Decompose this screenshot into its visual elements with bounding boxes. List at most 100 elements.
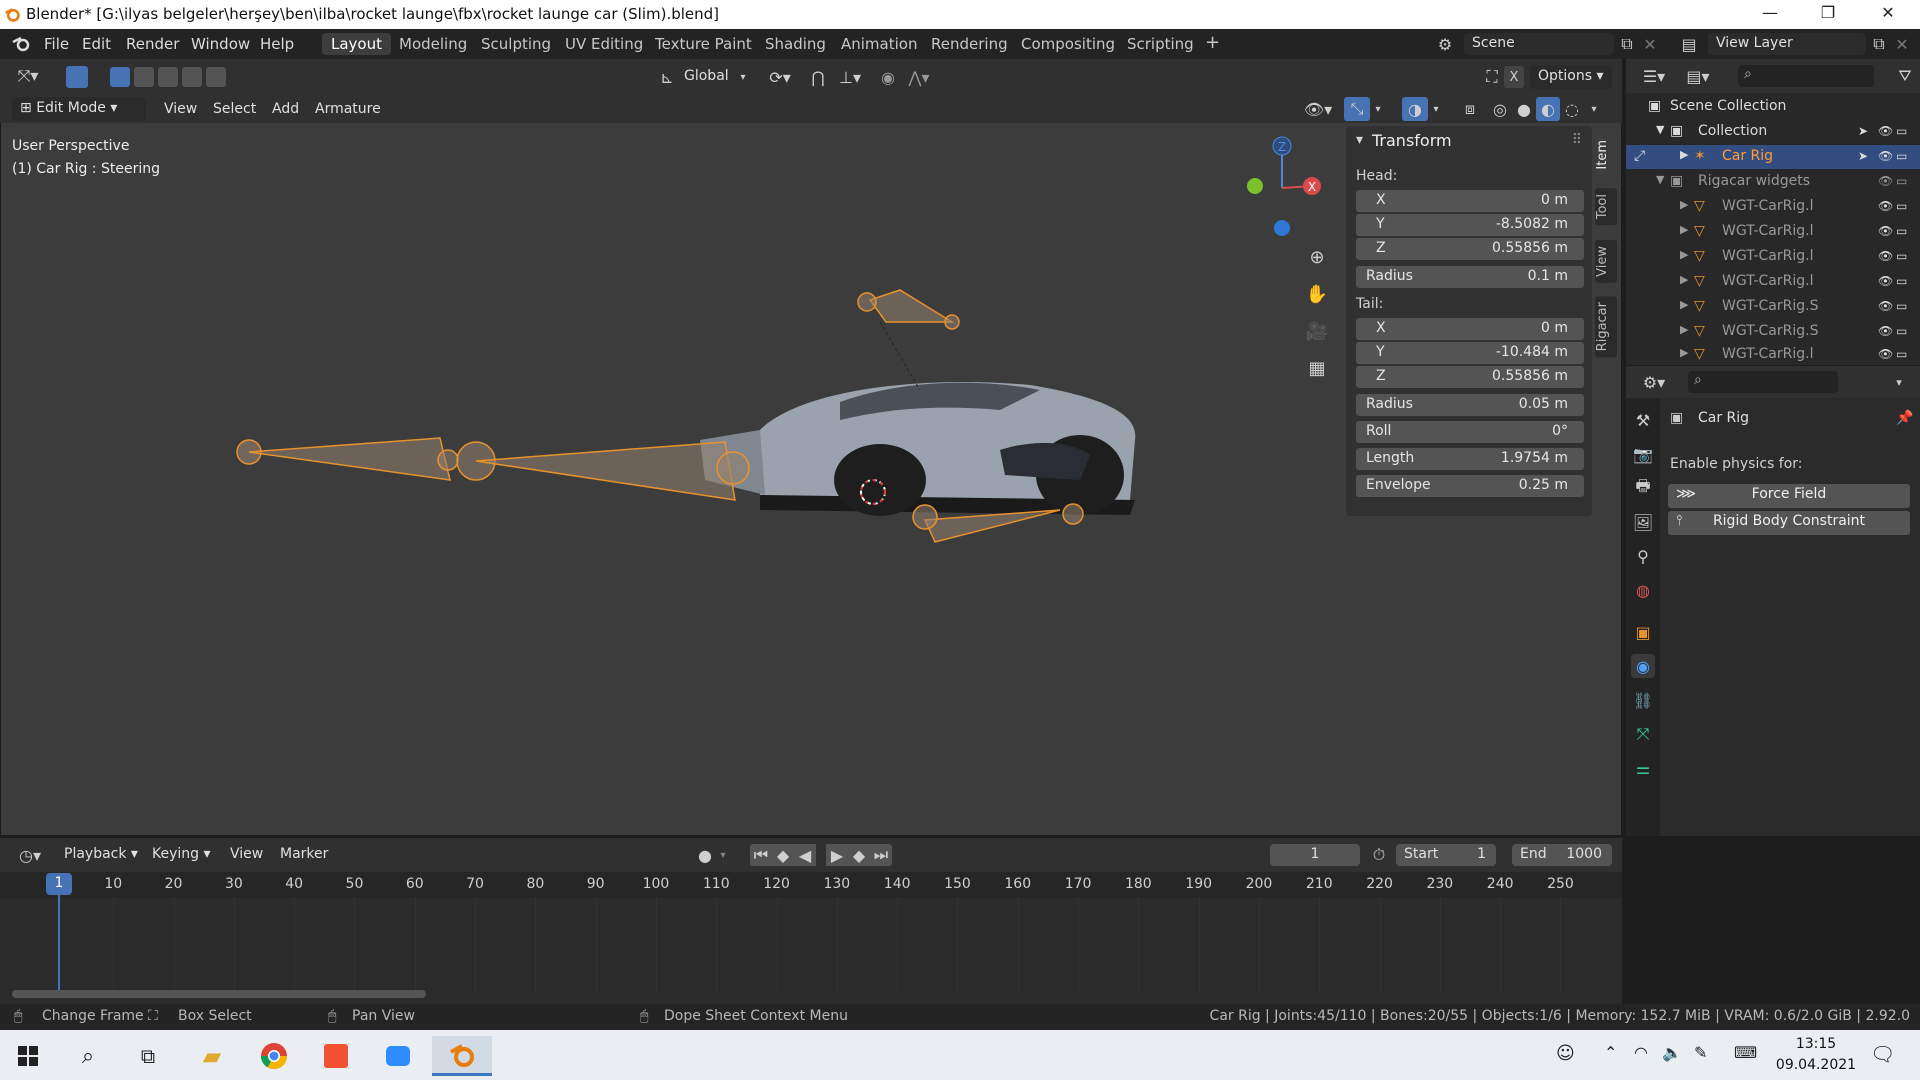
preview-range-icon[interactable]: ⏱ xyxy=(1368,844,1390,866)
visibility-eye-icon[interactable]: 👁 xyxy=(1878,174,1893,188)
select-toggle-icon[interactable]: ➤ xyxy=(1858,149,1872,163)
keying-menu[interactable]: Keying ▾ xyxy=(152,846,211,862)
mirror-x-icon[interactable]: X xyxy=(1504,66,1524,88)
tool-properties-icon[interactable]: ⚒ xyxy=(1631,408,1655,432)
rendered-shading-icon[interactable]: ◌ xyxy=(1560,97,1584,121)
menu-view[interactable]: View xyxy=(164,101,197,117)
menu-window[interactable]: Window xyxy=(191,35,250,53)
chrome-icon[interactable] xyxy=(250,1036,298,1076)
menu-select[interactable]: Select xyxy=(213,101,256,117)
close-button[interactable]: ✕ xyxy=(1868,3,1908,25)
options-dropdown[interactable]: Options ▾ xyxy=(1530,65,1612,89)
pivot-point-icon[interactable]: ⟳▾ xyxy=(760,66,800,88)
head-y-field[interactable]: Y -8.5082 m xyxy=(1356,214,1584,236)
play-icon[interactable]: ▶ xyxy=(826,844,848,866)
orientation-dropdown[interactable]: Global xyxy=(684,68,729,84)
select-intersect-icon[interactable] xyxy=(206,67,226,87)
tray-chevron-icon[interactable]: ⌃ xyxy=(1604,1043,1617,1062)
expand-arrow-icon[interactable]: ▶ xyxy=(1680,223,1688,236)
head-z-field[interactable]: Z 0.55856 m xyxy=(1356,238,1584,260)
new-view-layer-icon[interactable]: ⧉ xyxy=(1868,33,1890,55)
outliner-widget-row[interactable]: ▶ ▽ WGT-CarRig.l 👁 ▭ xyxy=(1626,220,1920,244)
expand-arrow-icon[interactable]: ▶ xyxy=(1680,346,1688,359)
viewport-toggle-icon[interactable]: ▭ xyxy=(1896,299,1910,313)
network-icon[interactable]: ◠ xyxy=(1634,1043,1648,1062)
outliner-scene-collection[interactable]: ▣ Scene Collection xyxy=(1626,95,1920,119)
expand-arrow-icon[interactable]: ▶ xyxy=(1680,148,1688,161)
show-gizmo-icon[interactable]: ⤡ xyxy=(1344,97,1370,121)
tab-layout[interactable]: Layout xyxy=(322,33,391,55)
envelope-field[interactable]: Envelope 0.25 m xyxy=(1356,475,1584,497)
delete-view-layer-icon[interactable]: ✕ xyxy=(1892,33,1912,55)
navigation-gizmo[interactable]: Z X xyxy=(1240,132,1330,242)
snap-icon[interactable]: ⋂ xyxy=(806,66,830,88)
world-properties-icon[interactable]: ◍ xyxy=(1631,578,1655,602)
scene-field[interactable]: Scene xyxy=(1464,33,1614,55)
snap-target-icon[interactable]: ⊥▾ xyxy=(830,66,870,88)
ortho-toggle-icon[interactable]: ▦ xyxy=(1304,355,1330,381)
new-scene-icon[interactable]: ⧉ xyxy=(1616,33,1638,55)
tab-animation[interactable]: Animation xyxy=(832,33,926,55)
render-properties-icon[interactable]: 📷 xyxy=(1631,442,1655,466)
timeline-view-menu[interactable]: View xyxy=(230,846,263,862)
xray-toggle-icon[interactable]: ⧈ xyxy=(1458,97,1482,121)
menu-file[interactable]: File xyxy=(44,35,69,53)
visibility-eye-icon[interactable]: 👁 xyxy=(1878,224,1893,238)
tab-shading[interactable]: Shading xyxy=(756,33,835,55)
outliner-widget-row[interactable]: ▶ ▽ WGT-CarRig.S 👁 ▭ xyxy=(1626,320,1920,344)
transform-header[interactable]: Transform xyxy=(1372,131,1452,150)
overlays-chevron-icon[interactable]: ▾ xyxy=(1428,97,1444,121)
end-frame-field[interactable]: End 1000 xyxy=(1512,844,1612,866)
current-frame-field[interactable]: 1 xyxy=(1270,844,1360,866)
pen-icon[interactable]: ✎ xyxy=(1694,1043,1707,1062)
visibility-eye-icon[interactable]: 👁 xyxy=(1878,299,1893,313)
mode-dropdown[interactable]: ⊞ Edit Mode ▾ xyxy=(12,97,146,121)
expand-arrow-icon[interactable]: ▼ xyxy=(1656,123,1664,136)
scene-properties-icon[interactable]: ⚲ xyxy=(1631,544,1655,568)
outliner-search-input[interactable]: ⌕ xyxy=(1738,65,1874,87)
tab-compositing[interactable]: Compositing xyxy=(1012,33,1124,55)
camera-view-icon[interactable]: 🎥 xyxy=(1304,318,1330,344)
expand-arrow-icon[interactable]: ▶ xyxy=(1680,298,1688,311)
scene-selector-icon[interactable]: ⚙ xyxy=(1430,33,1460,55)
playback-menu[interactable]: Playback ▾ xyxy=(64,846,138,862)
timeline-scrollbar[interactable] xyxy=(12,990,426,998)
shading-chevron-icon[interactable]: ▾ xyxy=(1586,97,1602,121)
head-x-field[interactable]: X 0 m xyxy=(1356,190,1584,212)
outliner-widget-row[interactable]: ▶ ▽ WGT-CarRig.l 👁 ▭ xyxy=(1626,245,1920,269)
tail-x-field[interactable]: X 0 m xyxy=(1356,318,1584,340)
object-transform-icon[interactable]: ⛶ xyxy=(1480,66,1504,88)
tail-radius-field[interactable]: Radius 0.05 m xyxy=(1356,394,1584,416)
viewport-toggle-icon[interactable]: ▭ xyxy=(1896,149,1910,163)
minimize-button[interactable]: — xyxy=(1750,3,1790,25)
menu-help[interactable]: Help xyxy=(260,35,294,53)
expand-arrow-icon[interactable]: ▶ xyxy=(1680,248,1688,261)
tab-scripting[interactable]: Scripting xyxy=(1118,33,1203,55)
tab-uv-editing[interactable]: UV Editing xyxy=(556,33,652,55)
prev-keyframe-icon[interactable]: ◆ xyxy=(772,844,794,866)
visibility-selectability-icon[interactable]: 👁▾ xyxy=(1300,97,1336,121)
tab-rendering[interactable]: Rendering xyxy=(922,33,1017,55)
outliner-widget-row[interactable]: ▶ ▽ WGT-CarRig.l 👁 ▭ xyxy=(1626,343,1920,365)
jump-start-icon[interactable]: ⏮ xyxy=(750,844,772,866)
blender-taskbar-icon[interactable] xyxy=(432,1036,492,1076)
delete-scene-icon[interactable]: ✕ xyxy=(1640,33,1660,55)
select-subtract-icon[interactable] xyxy=(158,67,178,87)
file-explorer-icon[interactable]: ▰ xyxy=(188,1036,236,1076)
tab-item[interactable]: Item xyxy=(1595,134,1617,176)
drag-handle-icon[interactable]: ⠿ xyxy=(1572,132,1582,148)
bone-properties-icon[interactable]: ⚌ xyxy=(1631,756,1655,780)
volume-icon[interactable]: 🔈 xyxy=(1662,1043,1682,1062)
visibility-eye-icon[interactable]: 👁 xyxy=(1878,274,1893,288)
constraints-properties-icon[interactable]: ⛓ xyxy=(1631,688,1655,712)
select-extend-icon[interactable] xyxy=(134,67,154,87)
viewport-toggle-icon[interactable]: ▭ xyxy=(1896,199,1910,213)
outliner-widget-row[interactable]: ▶ ▽ WGT-CarRig.l 👁 ▭ xyxy=(1626,195,1920,219)
editor-type-icon[interactable]: ⤧▾ xyxy=(8,65,48,87)
windows-start-icon[interactable] xyxy=(4,1036,52,1076)
outliner-widget-row[interactable]: ▶ ▽ WGT-CarRig.l 👁 ▭ xyxy=(1626,270,1920,294)
menu-render[interactable]: Render xyxy=(126,35,179,53)
tail-y-field[interactable]: Y -10.484 m xyxy=(1356,342,1584,364)
select-invert-icon[interactable] xyxy=(182,67,202,87)
blender-menu-icon[interactable] xyxy=(12,35,32,53)
